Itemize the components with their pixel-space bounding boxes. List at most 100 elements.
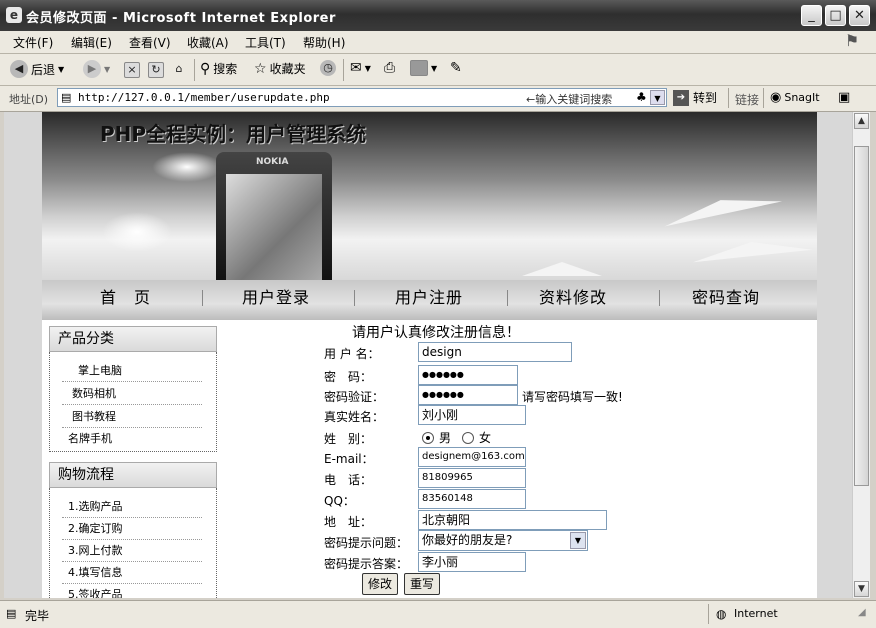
menu-tools[interactable]: 工具(T) xyxy=(245,34,286,51)
maximize-button[interactable]: □ xyxy=(825,5,846,26)
edit-dropdown-icon[interactable]: ▼ xyxy=(431,64,437,73)
links-label[interactable]: 链接 xyxy=(735,91,759,108)
category-item[interactable]: 名牌手机 xyxy=(62,428,202,450)
back-button[interactable]: ◀ 后退 ▼ xyxy=(10,60,64,78)
scroll-thumb[interactable] xyxy=(854,146,869,486)
mail-dropdown-icon[interactable]: ▼ xyxy=(365,64,371,73)
process-item[interactable]: 5.签收产品 xyxy=(62,584,202,598)
password-label: 密 码： xyxy=(324,370,373,384)
search-button[interactable]: ⚲ 搜索 xyxy=(200,60,237,77)
messenger-button[interactable]: ✎ xyxy=(450,60,462,76)
favorites-button[interactable]: ☆ 收藏夹 xyxy=(254,60,306,77)
keyword-search-hint: ←输入关键词搜索 xyxy=(526,93,613,106)
windows-logo-icon: ⚑ xyxy=(844,31,860,50)
back-dropdown-icon[interactable]: ▼ xyxy=(58,65,64,74)
gender-male-radio[interactable] xyxy=(422,431,434,444)
submit-button[interactable]: 修改 xyxy=(362,573,398,595)
realname-input[interactable]: 刘小刚 xyxy=(418,405,526,425)
menu-edit[interactable]: 编辑(E) xyxy=(71,34,112,51)
chevron-down-icon[interactable]: ▼ xyxy=(570,532,586,549)
process-header: 购物流程 xyxy=(49,462,217,488)
category-item[interactable]: 图书教程 xyxy=(62,406,202,428)
back-label: 后退 xyxy=(31,62,56,77)
star-icon: ☆ xyxy=(254,60,267,77)
address-input[interactable]: ▤ http://127.0.0.1/member/userupdate.php… xyxy=(57,88,667,107)
gender-female-radio[interactable] xyxy=(462,431,475,444)
web-page: PHP全程实例：用户管理系统 NOKIA 首 页 用户登录 用户注册 资料修改 … xyxy=(42,112,817,598)
edit-button[interactable]: ▼ xyxy=(410,60,437,76)
menu-help[interactable]: 帮助(H) xyxy=(303,34,345,51)
answer-input[interactable]: 李小丽 xyxy=(418,552,526,572)
address-field-input[interactable]: 北京朝阳 xyxy=(418,510,607,530)
vertical-scrollbar[interactable]: ▲ ▼ xyxy=(852,112,870,598)
qq-label: QQ： xyxy=(324,494,355,508)
nav-separator xyxy=(354,290,355,306)
internet-zone-icon: ◍ xyxy=(716,607,727,621)
process-item[interactable]: 4.填写信息 xyxy=(62,562,202,584)
process-item[interactable]: 3.网上付款 xyxy=(62,540,202,562)
forward-button[interactable]: ▶ ▼ xyxy=(83,60,110,78)
history-button[interactable]: ◷ xyxy=(320,60,336,76)
sparkle-decoration xyxy=(152,152,222,182)
email-input[interactable]: designem@163.com xyxy=(418,447,526,467)
email-label: E-mail： xyxy=(324,452,374,466)
toolbar-separator xyxy=(343,59,344,81)
snagit-label: SnagIt xyxy=(784,91,820,104)
edit-icon xyxy=(410,60,428,76)
username-input[interactable]: design xyxy=(418,342,572,362)
realname-label: 真实姓名： xyxy=(324,410,385,424)
search-label: 搜索 xyxy=(213,62,238,76)
question-select[interactable]: 你最好的朋友是? ▼ xyxy=(418,530,588,551)
resize-grip-icon[interactable]: ◢ xyxy=(858,607,866,618)
go-arrow-icon: ➔ xyxy=(673,89,689,106)
snagit-capture-icon[interactable]: ▣ xyxy=(838,90,850,105)
category-item[interactable]: 掌上电脑 xyxy=(62,360,202,382)
scroll-down-icon[interactable]: ▼ xyxy=(854,581,869,597)
done-page-icon: ▤ xyxy=(6,607,17,620)
process-item[interactable]: 2.确定订购 xyxy=(62,518,202,540)
mail-button[interactable]: ✉ ▼ xyxy=(350,60,371,76)
reset-button[interactable]: 重写 xyxy=(404,573,440,595)
categories-header: 产品分类 xyxy=(49,326,217,352)
phone-screen xyxy=(226,174,322,280)
nav-separator xyxy=(507,290,508,306)
refresh-button[interactable]: ↻ xyxy=(148,62,164,78)
close-button[interactable]: ✕ xyxy=(849,5,870,26)
nav-home[interactable]: 首 页 xyxy=(100,284,151,308)
confirm-password-input[interactable]: ●●●●●● xyxy=(418,385,518,405)
category-item[interactable]: 数码相机 xyxy=(62,383,202,405)
menu-favorites[interactable]: 收藏(A) xyxy=(187,34,229,51)
ie-page-icon: e xyxy=(6,7,22,23)
gender-label: 姓 别： xyxy=(324,432,373,446)
confirm-password-label: 密码验证： xyxy=(324,390,385,404)
go-button[interactable]: ➔ 转到 xyxy=(673,89,717,106)
status-separator xyxy=(708,604,709,624)
title-bar: e 会员修改页面 - Microsoft Internet Explorer _… xyxy=(0,0,876,31)
stop-button[interactable]: × xyxy=(124,62,140,78)
snagit-icon: ◉ xyxy=(770,90,782,105)
question-selected: 你最好的朋友是? xyxy=(422,533,513,547)
gender-female-label: 女 xyxy=(479,431,492,445)
forward-dropdown-icon[interactable]: ▼ xyxy=(104,65,110,74)
nav-register[interactable]: 用户注册 xyxy=(395,284,463,308)
print-button[interactable]: ⎙ xyxy=(384,60,395,76)
menu-view[interactable]: 查看(V) xyxy=(129,34,171,51)
sparkle-decoration xyxy=(102,212,172,252)
password-input[interactable]: ●●●●●● xyxy=(418,365,518,385)
menu-file[interactable]: 文件(F) xyxy=(13,34,53,51)
forward-arrow-icon: ▶ xyxy=(83,60,101,78)
nav-edit-profile[interactable]: 资料修改 xyxy=(539,284,607,308)
snagit-button[interactable]: ◉ SnagIt xyxy=(770,90,820,105)
process-item[interactable]: 1.选购产品 xyxy=(62,496,202,518)
nav-password-lookup[interactable]: 密码查询 xyxy=(692,284,760,308)
nav-login[interactable]: 用户登录 xyxy=(242,284,310,308)
qq-input[interactable]: 83560148 xyxy=(418,489,526,509)
address-label: 地址(D) xyxy=(9,93,49,106)
scroll-up-icon[interactable]: ▲ xyxy=(854,113,869,129)
address-url: http://127.0.0.1/member/userupdate.php xyxy=(78,91,330,104)
address-dropdown-icon[interactable]: ▼ xyxy=(650,90,665,105)
home-button[interactable]: ⌂ xyxy=(172,62,186,76)
phone-input[interactable]: 81809965 xyxy=(418,468,526,488)
phone-label: 电 话： xyxy=(324,473,373,487)
minimize-button[interactable]: _ xyxy=(801,5,822,26)
